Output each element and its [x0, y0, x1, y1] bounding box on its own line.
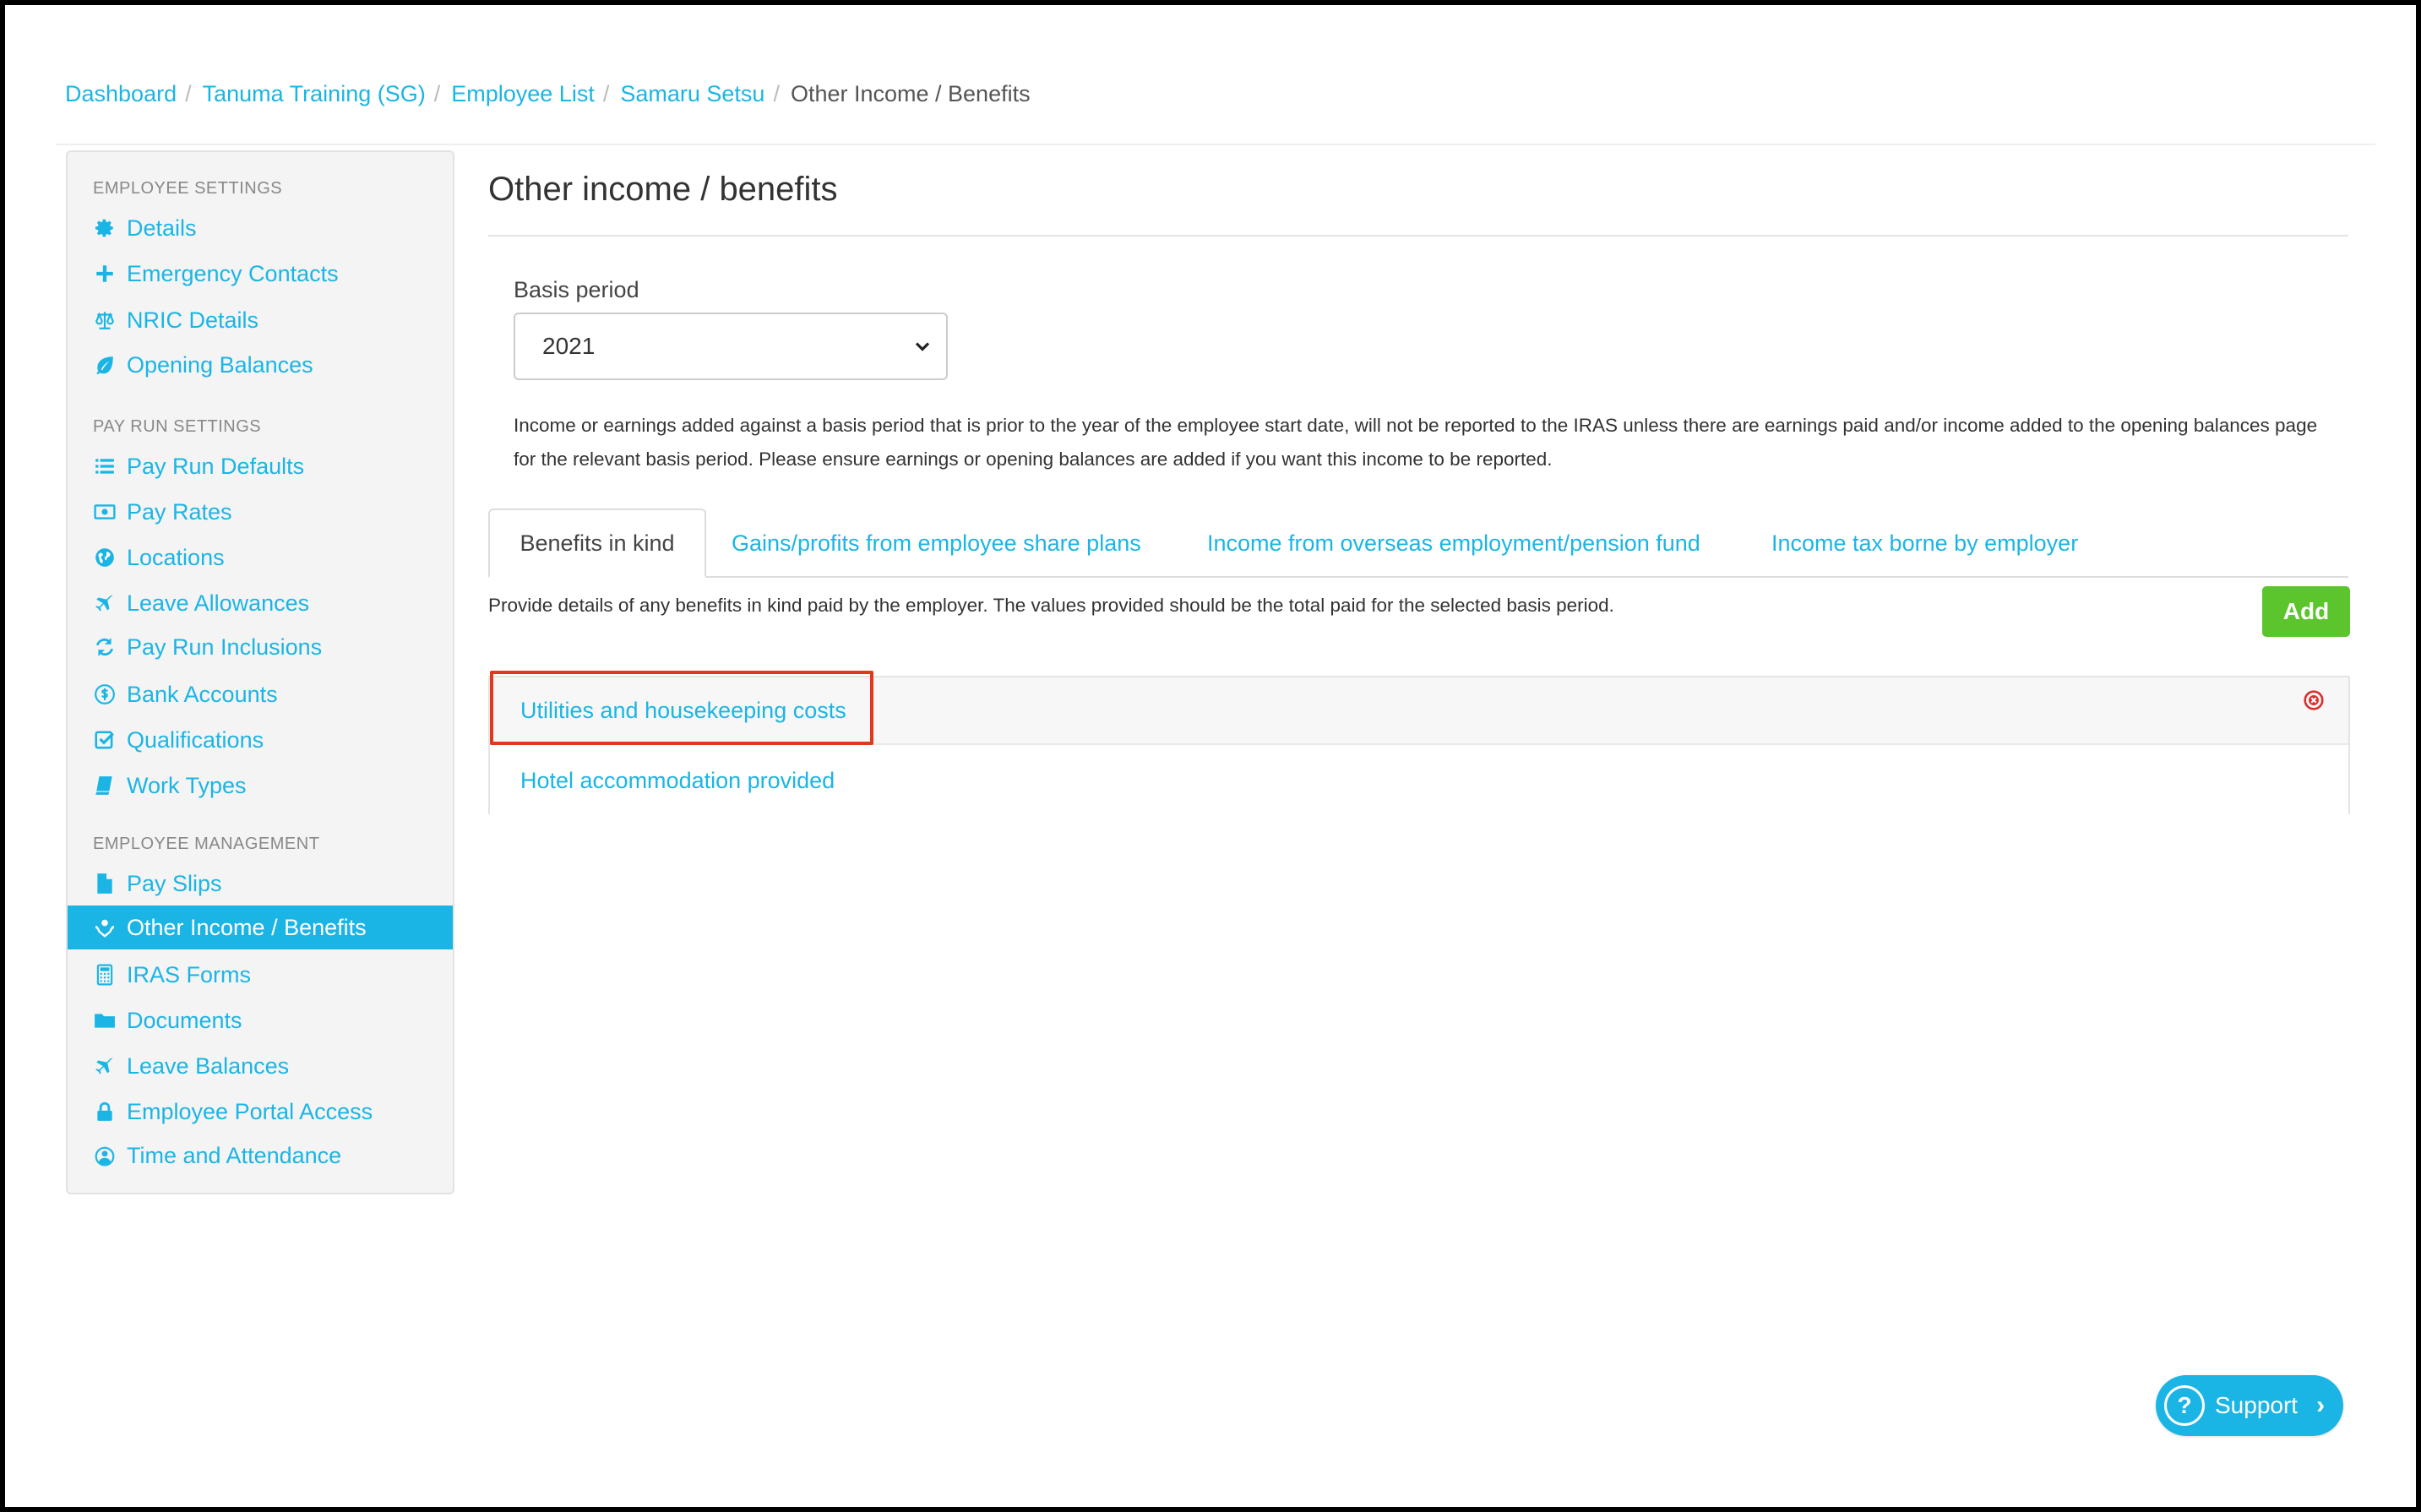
basis-period-label: Basis period: [514, 277, 639, 302]
app-window: Dashboard / Tanuma Training (SG) / Emplo…: [5, 5, 2416, 1507]
page-title: Other income / benefits: [488, 171, 838, 208]
dollar-circle-icon: [93, 683, 117, 706]
breadcrumb-dashboard[interactable]: Dashboard: [65, 81, 177, 107]
breadcrumb-separator: /: [433, 81, 441, 106]
sidebar-item-label: Employee Portal Access: [127, 1098, 373, 1124]
sidebar-item-label: Documents: [127, 1007, 242, 1033]
sidebar-item-emergency-contacts[interactable]: Emergency Contacts: [68, 252, 453, 296]
gear-icon: [93, 216, 117, 240]
sidebar-item-nric-details[interactable]: NRIC Details: [68, 298, 453, 342]
remove-icon[interactable]: [2303, 689, 2325, 711]
plane-icon: [93, 591, 117, 615]
sidebar-item-label: Leave Balances: [127, 1052, 290, 1079]
breadcrumb-separator: /: [602, 81, 610, 106]
list-item-label: Utilities and housekeeping costs: [520, 697, 846, 723]
chevron-right-icon: ›: [2316, 1391, 2326, 1419]
sidebar-item-other-income-benefits[interactable]: Other Income / Benefits: [68, 906, 453, 949]
check-square-icon: [93, 728, 117, 752]
lock-icon: [93, 1100, 117, 1123]
money-icon: [93, 500, 117, 524]
tab-overseas-employment-pension[interactable]: Income from overseas employment/pension …: [1207, 509, 1700, 578]
breadcrumb: Dashboard / Tanuma Training (SG) / Emplo…: [65, 81, 1031, 107]
support-button[interactable]: ? Support ›: [2156, 1375, 2343, 1436]
breadcrumb-separator: /: [185, 81, 192, 106]
sidebar-item-leave-allowances[interactable]: Leave Allowances: [68, 581, 453, 625]
plus-icon: [93, 262, 117, 286]
sidebar-item-label: Locations: [127, 544, 225, 570]
breadcrumb-employee-list[interactable]: Employee List: [451, 81, 595, 107]
list-item-hotel-accommodation[interactable]: Hotel accommodation provided: [490, 747, 2348, 814]
help-icon: ?: [2164, 1385, 2205, 1426]
breadcrumb-separator: /: [773, 81, 780, 106]
sidebar-section-pay-run-settings: PAY RUN SETTINGS: [93, 417, 262, 436]
sidebar-item-label: Opening Balances: [127, 351, 313, 378]
sidebar-item-label: Details: [127, 215, 197, 241]
hand-holding-icon: [93, 916, 117, 939]
divider: [56, 144, 2375, 145]
globe-icon: [93, 546, 117, 569]
benefits-list: Utilities and housekeeping costs Hotel a…: [488, 676, 2350, 814]
sidebar: EMPLOYEE SETTINGS Details Emergency Cont…: [66, 150, 454, 1194]
sidebar-item-label: Time and Attendance: [127, 1142, 342, 1168]
list-item-label: Hotel accommodation provided: [520, 767, 835, 793]
sidebar-section-employee-settings: EMPLOYEE SETTINGS: [93, 179, 283, 198]
sidebar-item-qualifications[interactable]: Qualifications: [68, 718, 453, 762]
sidebar-item-time-and-attendance[interactable]: Time and Attendance: [68, 1134, 453, 1178]
sidebar-item-iras-forms[interactable]: IRAS Forms: [68, 953, 453, 997]
scales-icon: [93, 308, 117, 332]
sidebar-item-label: Work Types: [127, 772, 247, 798]
file-icon: [93, 872, 117, 895]
sidebar-item-label: Pay Rates: [127, 498, 232, 525]
sidebar-item-label: Pay Run Inclusions: [127, 634, 323, 660]
sidebar-item-opening-balances[interactable]: Opening Balances: [68, 343, 453, 387]
user-clock-icon: [93, 1144, 117, 1167]
divider: [488, 235, 2348, 237]
sidebar-item-leave-balances[interactable]: Leave Balances: [68, 1044, 453, 1088]
sidebar-item-pay-run-defaults[interactable]: Pay Run Defaults: [68, 444, 453, 488]
breadcrumb-company[interactable]: Tanuma Training (SG): [203, 81, 426, 107]
folder-icon: [93, 1009, 117, 1032]
breadcrumb-current: Other Income / Benefits: [790, 81, 1031, 106]
sidebar-item-bank-accounts[interactable]: Bank Accounts: [68, 672, 453, 716]
list-icon: [93, 454, 117, 478]
chevron-down-icon: [915, 342, 930, 351]
sidebar-item-pay-run-inclusions[interactable]: Pay Run Inclusions: [68, 625, 453, 669]
leaf-icon: [93, 353, 117, 377]
sidebar-item-label: Qualifications: [127, 726, 264, 753]
sidebar-item-label: Pay Slips: [127, 870, 222, 896]
sidebar-item-label: Other Income / Benefits: [127, 914, 367, 940]
basis-period-info-text: Income or earnings added against a basis…: [514, 415, 2318, 470]
sidebar-item-details[interactable]: Details: [68, 206, 453, 250]
sidebar-item-label: Emergency Contacts: [127, 260, 339, 286]
sidebar-item-employee-portal-access[interactable]: Employee Portal Access: [68, 1090, 453, 1134]
book-icon: [93, 774, 117, 797]
add-button[interactable]: Add: [2262, 586, 2350, 637]
sidebar-item-label: Pay Run Defaults: [127, 453, 305, 479]
calculator-icon: [93, 963, 117, 987]
refresh-icon: [93, 635, 117, 659]
basis-period-value: 2021: [542, 333, 596, 359]
sidebar-item-label: Leave Allowances: [127, 590, 310, 616]
tab-benefits-in-kind[interactable]: Benefits in kind: [488, 509, 706, 578]
list-item-utilities-housekeeping[interactable]: Utilities and housekeeping costs: [490, 677, 2348, 745]
sidebar-item-work-types[interactable]: Work Types: [68, 764, 453, 808]
tab-description: Provide details of any benefits in kind …: [488, 595, 1614, 616]
sidebar-item-pay-slips[interactable]: Pay Slips: [68, 862, 453, 906]
sidebar-item-pay-rates[interactable]: Pay Rates: [68, 490, 453, 534]
sidebar-section-employee-management: EMPLOYEE MANAGEMENT: [93, 835, 320, 853]
sidebar-item-locations[interactable]: Locations: [68, 536, 453, 579]
tab-income-tax-borne-by-employer[interactable]: Income tax borne by employer: [1771, 509, 2078, 578]
sidebar-item-label: NRIC Details: [127, 307, 259, 333]
plane-icon: [93, 1054, 117, 1078]
support-label: Support: [2215, 1392, 2299, 1418]
sidebar-item-label: Bank Accounts: [127, 681, 278, 707]
sidebar-item-label: IRAS Forms: [127, 961, 252, 987]
basis-period-select[interactable]: 2021: [514, 313, 948, 380]
sidebar-item-documents[interactable]: Documents: [68, 998, 453, 1042]
tab-employee-share-plans[interactable]: Gains/profits from employee share plans: [732, 509, 1141, 578]
breadcrumb-employee[interactable]: Samaru Setsu: [620, 81, 764, 107]
